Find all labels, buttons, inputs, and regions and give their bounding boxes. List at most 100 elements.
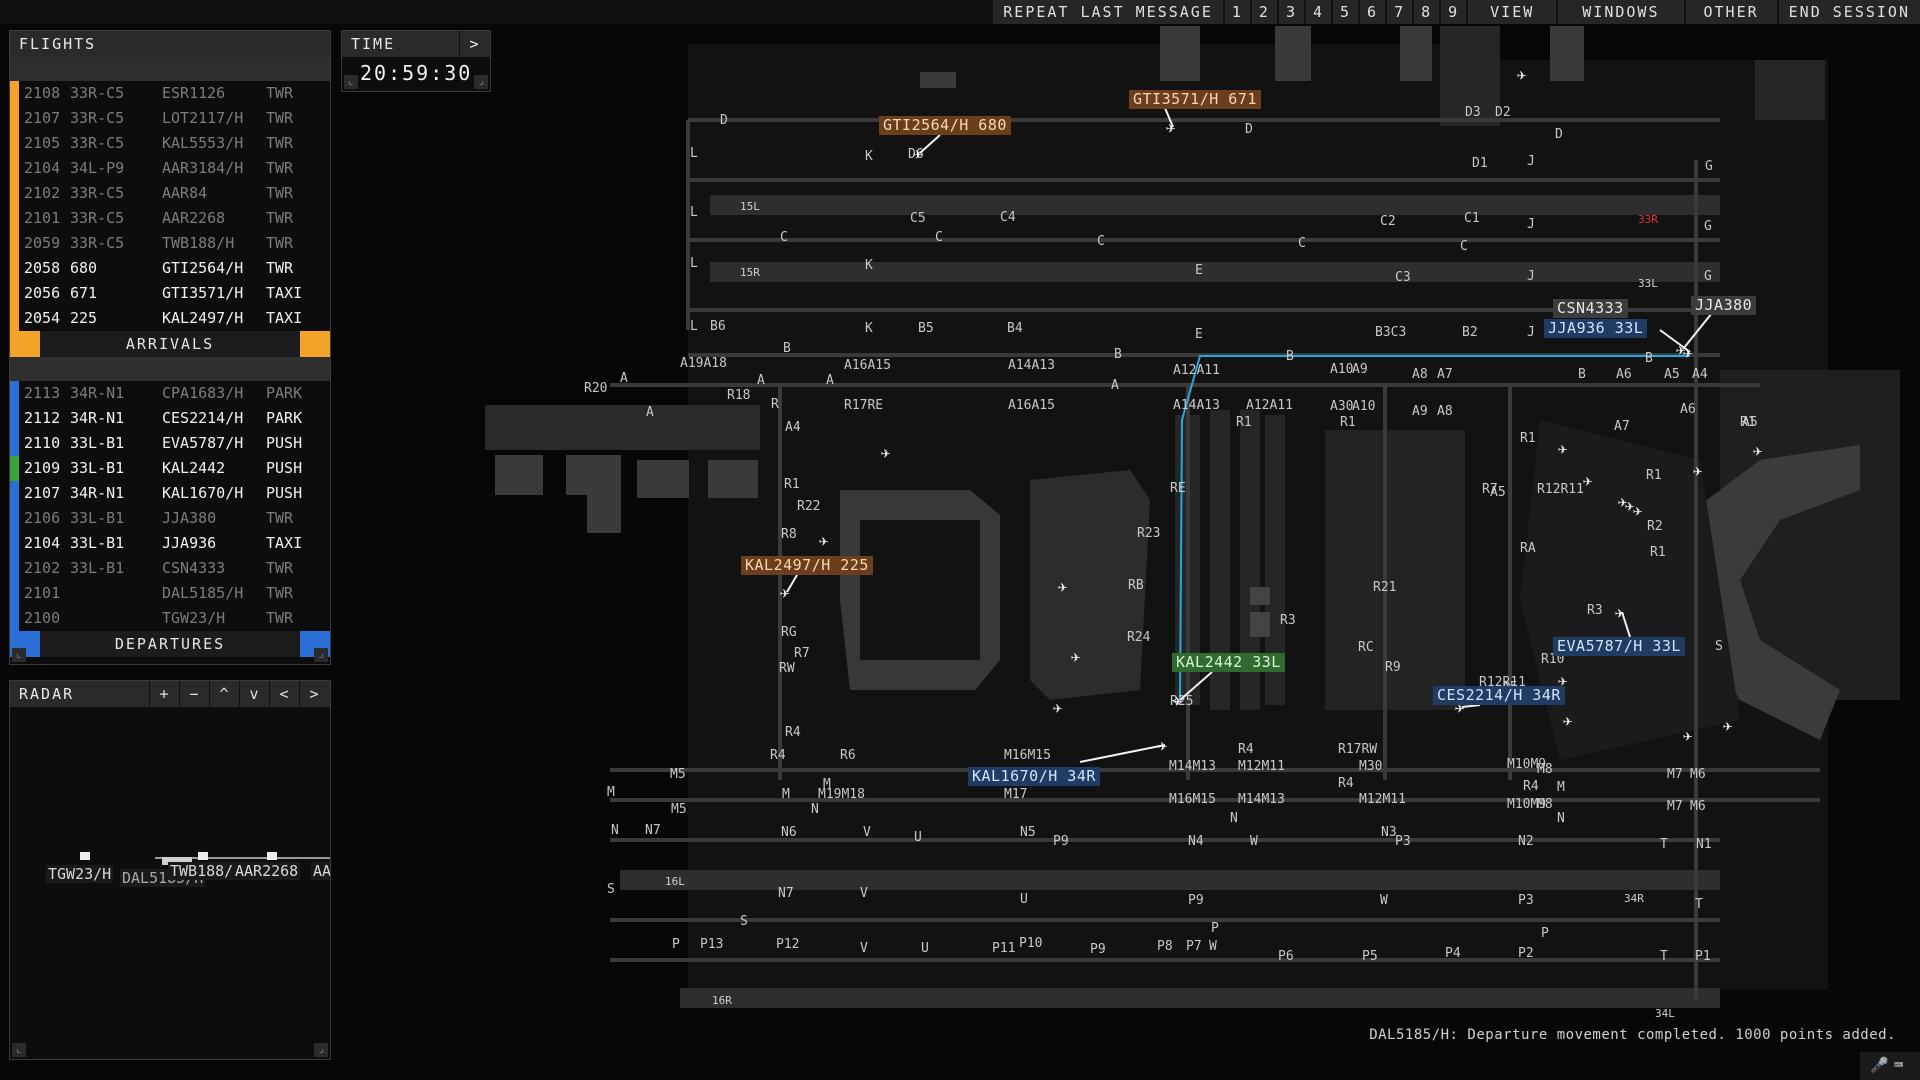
other-menu-button[interactable]: OTHER xyxy=(1683,0,1777,24)
aircraft-icon[interactable]: ✈ xyxy=(881,443,891,462)
aircraft-icon[interactable]: ✈ xyxy=(1071,647,1081,666)
tag-kal2442[interactable]: KAL2442 33L xyxy=(1172,653,1285,672)
radar-resize-left-icon[interactable]: ⌞ xyxy=(12,1043,26,1057)
preset-1-button[interactable]: 1 xyxy=(1222,0,1250,24)
aircraft-icon[interactable]: ✈ xyxy=(1583,471,1593,490)
aircraft-icon[interactable]: ✈ xyxy=(1625,496,1635,515)
taxiway-label: M xyxy=(782,787,790,802)
aircraft-icon[interactable]: ✈ xyxy=(1693,461,1703,480)
arrival-row[interactable]: 2104 34L-P9 AAR3184/H TWR xyxy=(10,156,330,181)
departure-row[interactable]: 2112 34R-N1 CES2214/H PARK xyxy=(10,406,330,431)
taxiway-label: A9 xyxy=(1412,404,1428,419)
arrivals-section[interactable]: ARRIVALS xyxy=(10,331,330,357)
microphone-icon[interactable]: 🎤 xyxy=(1870,1056,1889,1074)
radar-pan-down-button[interactable]: v xyxy=(239,681,270,707)
departure-row[interactable]: 2110 33L-B1 EVA5787/H PUSH xyxy=(10,431,330,456)
arrival-status-color xyxy=(10,256,19,281)
taxiway-label: A30 xyxy=(1330,399,1353,414)
departures-section[interactable]: DEPARTURES xyxy=(10,631,330,657)
departure-row[interactable]: 2102 33L-B1 CSN4333 TWR xyxy=(10,556,330,581)
arrival-callsign: AAR2268 xyxy=(162,209,226,227)
repeat-last-message-button[interactable]: REPEAT LAST MESSAGE xyxy=(991,0,1223,24)
resize-left-icon[interactable]: ⌞ xyxy=(12,648,26,662)
arrival-callsign: GTI2564/H xyxy=(162,259,244,277)
arrival-row[interactable]: 2108 33R-C5 ESR1126 TWR xyxy=(10,81,330,106)
tag-kal2497[interactable]: KAL2497/H 225 xyxy=(741,556,873,575)
arrival-row[interactable]: 2059 33R-C5 TWB188/H TWR xyxy=(10,231,330,256)
aircraft-icon[interactable]: ✈ xyxy=(1723,716,1733,735)
taxiway-label: P8 xyxy=(1157,939,1173,954)
taxiway-label: M16M15 xyxy=(1004,748,1051,763)
radar-zoom-out-button[interactable]: − xyxy=(179,681,210,707)
preset-8-button[interactable]: 8 xyxy=(1412,0,1440,24)
preset-5-button[interactable]: 5 xyxy=(1331,0,1359,24)
flights-panel: FLIGHTS 2108 33R-C5 ESR1126 TWR 2107 33R-C5 LO… xyxy=(9,30,331,665)
taxiway-label: R1 xyxy=(1740,415,1756,430)
aircraft-icon[interactable]: ✈ xyxy=(1053,698,1063,717)
radar-pan-up-button[interactable]: ^ xyxy=(209,681,240,707)
arrival-state: TAXI xyxy=(266,309,303,327)
aircraft-icon[interactable]: ✈ xyxy=(780,583,790,602)
tag-csn4333[interactable]: CSN4333 xyxy=(1553,299,1628,318)
radar-pan-left-button[interactable]: < xyxy=(269,681,300,707)
preset-6-button[interactable]: 6 xyxy=(1358,0,1386,24)
view-menu-button[interactable]: VIEW xyxy=(1466,0,1557,24)
end-session-button[interactable]: END SESSION xyxy=(1776,0,1920,24)
time-resize-left-icon[interactable]: ⌞ xyxy=(344,75,358,89)
aircraft-icon[interactable]: ✈ xyxy=(1683,726,1693,745)
arrivals-color-marker xyxy=(10,331,40,357)
time-resize-right-icon[interactable]: ⌟ xyxy=(474,75,488,89)
departure-row[interactable]: 2107 34R-N1 KAL1670/H PUSH xyxy=(10,481,330,506)
arrival-row[interactable]: 2107 33R-C5 LOT2117/H TWR xyxy=(10,106,330,131)
tag-jja380[interactable]: JJA380 xyxy=(1691,296,1757,315)
arrival-row[interactable]: 2054 225 KAL2497/H TAXI xyxy=(10,306,330,331)
preset-7-button[interactable]: 7 xyxy=(1385,0,1413,24)
windows-menu-button[interactable]: WINDOWS xyxy=(1556,0,1684,24)
departure-row[interactable]: 2113 34R-N1 CPA1683/H PARK xyxy=(10,381,330,406)
keyboard-icon[interactable]: ⌨ xyxy=(1894,1056,1903,1074)
tag-jja936[interactable]: JJA936 33L xyxy=(1544,319,1648,338)
aircraft-icon[interactable]: ✈ xyxy=(819,531,829,550)
arrival-row[interactable]: 2105 33R-C5 KAL5553/H TWR xyxy=(10,131,330,156)
aircraft-icon[interactable]: ✈ xyxy=(913,144,923,163)
arrival-gate: 33R-C5 xyxy=(70,109,125,127)
arrival-row[interactable]: 2102 33R-C5 AAR84 TWR xyxy=(10,181,330,206)
departure-row[interactable]: 2109 33L-B1 KAL2442 PUSH xyxy=(10,456,330,481)
departure-row[interactable]: 2106 33L-B1 JJA380 TWR xyxy=(10,506,330,531)
bottom-toolbar: 🎤 ⌨ xyxy=(1860,1052,1920,1080)
radar-scope[interactable]: TGW23/H DAL5185/H TWB188/H AAR2268 AAR xyxy=(10,707,330,1059)
arrival-row[interactable]: 2056 671 GTI3571/H TAXI xyxy=(10,281,330,306)
preset-9-button[interactable]: 9 xyxy=(1439,0,1467,24)
taxiway-label: M5 xyxy=(671,802,687,817)
departure-row[interactable]: 2100 TGW23/H TWR xyxy=(10,606,330,631)
departure-row[interactable]: 2104 33L-B1 JJA936 TAXI xyxy=(10,531,330,556)
taxiway-label: R20 xyxy=(584,381,607,396)
preset-3-button[interactable]: 3 xyxy=(1276,0,1304,24)
taxiway-label: P xyxy=(1541,926,1549,941)
aircraft-icon[interactable]: ✈ xyxy=(1058,577,1068,596)
aircraft-icon[interactable]: ✈ xyxy=(1753,441,1763,460)
tag-gti3571[interactable]: GTI3571/H 671 xyxy=(1129,90,1261,109)
time-speed-button[interactable]: > xyxy=(459,31,490,57)
aircraft-icon[interactable]: ✈ xyxy=(1517,65,1527,84)
aircraft-icon[interactable]: ✈ xyxy=(1558,439,1568,458)
taxiway-label: RW xyxy=(779,661,795,676)
taxiway-label: N xyxy=(1230,811,1238,826)
radar-zoom-in-button[interactable]: + xyxy=(149,681,180,707)
resize-right-icon[interactable]: ⌟ xyxy=(314,648,328,662)
radar-resize-right-icon[interactable]: ⌟ xyxy=(314,1043,328,1057)
tag-kal1670[interactable]: KAL1670/H 34R xyxy=(968,767,1100,786)
tag-ces2214[interactable]: CES2214/H 34R xyxy=(1433,686,1565,705)
aircraft-icon[interactable]: ✈ xyxy=(1173,691,1183,710)
taxiway-label: C2 xyxy=(1380,214,1396,229)
arrival-row[interactable]: 2101 33R-C5 AAR2268 TWR xyxy=(10,206,330,231)
radar-pan-right-button[interactable]: > xyxy=(299,681,330,707)
tag-eva5787[interactable]: EVA5787/H 33L xyxy=(1553,637,1685,656)
preset-2-button[interactable]: 2 xyxy=(1249,0,1277,24)
departure-row[interactable]: 2101 DAL5185/H TWR xyxy=(10,581,330,606)
arrival-row[interactable]: 2058 680 GTI2564/H TWR xyxy=(10,256,330,281)
tag-gti2564[interactable]: GTI2564/H 680 xyxy=(879,116,1011,135)
aircraft-icon[interactable]: ✈ xyxy=(1563,711,1573,730)
taxiway-label: N2 xyxy=(1518,834,1534,849)
preset-4-button[interactable]: 4 xyxy=(1303,0,1331,24)
